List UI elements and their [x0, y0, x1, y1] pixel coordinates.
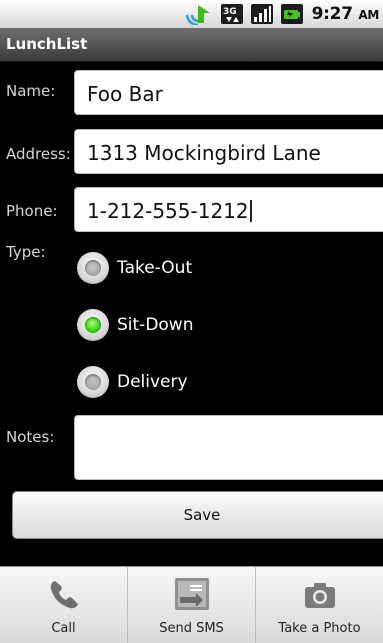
menu-label-take-photo: Take a Photo: [278, 621, 361, 636]
radio-label-take-out: Take-Out: [117, 258, 193, 278]
clock-time: 9:27: [311, 4, 353, 24]
menu-item-take-photo[interactable]: Take a Photo: [256, 567, 383, 643]
app-title: LunchList: [6, 35, 88, 53]
type-label: Type:: [6, 243, 46, 261]
notes-label: Notes:: [6, 428, 55, 446]
signal-icon: [250, 3, 274, 25]
menu-item-call[interactable]: Call: [0, 567, 128, 643]
battery-icon: [280, 3, 304, 25]
clock-suffix: AM: [358, 8, 379, 22]
title-bar: LunchList: [0, 28, 383, 62]
text-cursor: [249, 200, 252, 222]
clock: 9:27 AM: [311, 4, 380, 24]
phone-icon: [46, 575, 82, 615]
phone-label: Phone:: [6, 202, 58, 220]
address-label: Address:: [6, 145, 71, 163]
radio-take-out[interactable]: Take-Out: [77, 248, 192, 288]
status-bar: 3G 9:27 AM: [0, 0, 383, 28]
menu-item-send-sms[interactable]: Send SMS: [128, 567, 256, 643]
sms-icon: [172, 575, 212, 615]
name-label: Name:: [6, 82, 56, 100]
options-menu: Call Send SMS Take a Photo: [0, 566, 383, 643]
notes-field[interactable]: [74, 415, 383, 480]
network-type-text: 3G: [223, 7, 237, 17]
radio-delivery[interactable]: Delivery: [77, 362, 188, 402]
radio-indicator-take-out: [85, 260, 101, 276]
sync-icon: [184, 3, 214, 25]
address-field[interactable]: 1313 Mockingbird Lane: [74, 129, 383, 174]
radio-indicator-delivery: [85, 374, 101, 390]
menu-label-call: Call: [51, 621, 76, 636]
radio-sit-down[interactable]: Sit-Down: [77, 305, 193, 345]
camera-icon: [302, 575, 338, 615]
address-value: 1313 Mockingbird Lane: [87, 141, 321, 165]
phone-value: 1-212-555-1212: [87, 199, 249, 223]
save-button[interactable]: Save: [12, 491, 383, 539]
radio-label-sit-down: Sit-Down: [117, 315, 194, 335]
radio-indicator-sit-down: [85, 317, 101, 333]
3g-icon: 3G: [220, 3, 244, 25]
radio-button-take-out[interactable]: [77, 252, 109, 284]
name-value: Foo Bar: [87, 82, 163, 106]
save-button-label: Save: [183, 506, 221, 524]
radio-button-sit-down[interactable]: [77, 309, 109, 341]
name-field[interactable]: Foo Bar: [74, 70, 383, 115]
phone-field[interactable]: 1-212-555-1212: [74, 187, 383, 232]
menu-label-send-sms: Send SMS: [159, 621, 224, 636]
radio-label-delivery: Delivery: [117, 372, 188, 392]
radio-button-delivery[interactable]: [77, 366, 109, 398]
